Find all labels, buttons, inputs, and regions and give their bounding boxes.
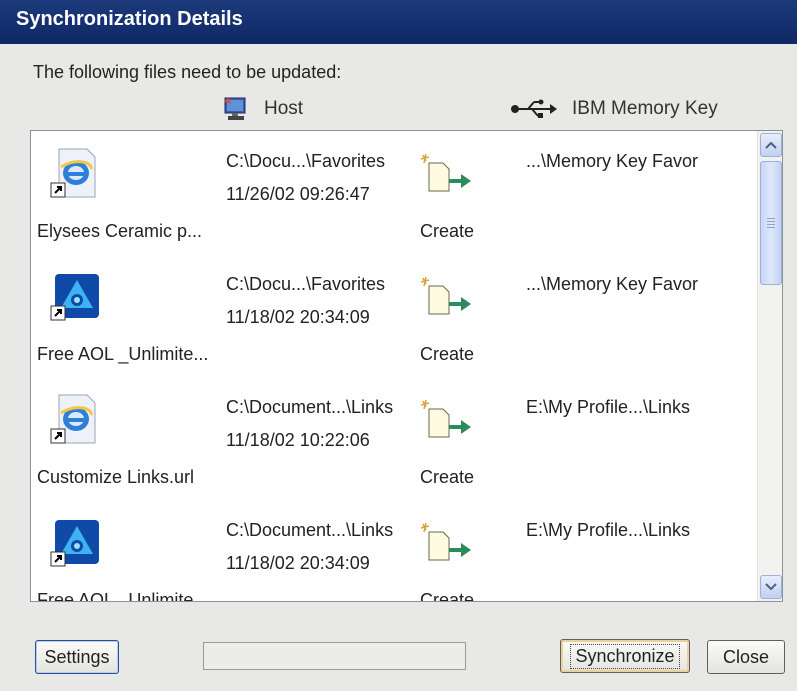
synchronize-label: Synchronize: [570, 643, 680, 669]
key-column-label: IBM Memory Key: [572, 98, 718, 119]
action-label: Create: [420, 344, 475, 364]
ie-shortcut-icon: [47, 391, 103, 447]
file-name: Elysees Ceramic p...: [37, 221, 203, 241]
key-path: ...\Memory Key Favor: [526, 274, 699, 294]
vertical-scrollbar[interactable]: [757, 131, 782, 601]
host-path: C:\Document...\Links: [226, 397, 394, 417]
file-name: Free AOL _Unlimite...: [37, 344, 209, 364]
host-date: 11/18/02 10:22:06: [226, 430, 370, 450]
sync-details-window: Synchronization Details The following fi…: [0, 0, 797, 691]
create-file-arrow-icon: [419, 276, 473, 316]
synchronize-button[interactable]: Synchronize: [560, 639, 690, 673]
list-item[interactable]: Elysees Ceramic p... C:\Docu...\Favorite…: [31, 131, 757, 254]
aol-shortcut-icon: [47, 514, 103, 570]
aol-shortcut-icon: [47, 268, 103, 324]
scroll-thumb[interactable]: [760, 161, 782, 285]
scroll-down-button[interactable]: [760, 575, 782, 599]
usb-icon: [510, 99, 558, 119]
host-path: C:\Document...\Links: [226, 520, 394, 540]
progress-bar: [203, 642, 466, 670]
computer-icon: [222, 96, 250, 122]
scroll-up-button[interactable]: [760, 133, 782, 157]
file-list[interactable]: Elysees Ceramic p... C:\Docu...\Favorite…: [30, 130, 783, 602]
file-name: Free AOL _Unlimite...: [37, 590, 209, 602]
action-label: Create: [420, 467, 475, 487]
intro-text: The following files need to be updated:: [33, 62, 342, 82]
create-file-arrow-icon: [419, 522, 473, 562]
key-path: E:\My Profile...\Links: [526, 520, 691, 540]
key-path: ...\Memory Key Favor: [526, 151, 699, 171]
chevron-down-icon: [765, 583, 777, 591]
create-file-arrow-icon: [419, 153, 473, 193]
window-title: Synchronization Details: [16, 8, 243, 30]
host-date: 11/26/02 09:26:47: [226, 184, 370, 204]
host-path: C:\Docu...\Favorites: [226, 274, 386, 294]
host-date: 11/18/02 20:34:09: [226, 553, 370, 573]
list-item[interactable]: Free AOL _Unlimite... C:\Document...\Lin…: [31, 500, 757, 602]
ie-shortcut-icon: [47, 145, 103, 201]
action-label: Create: [420, 590, 475, 602]
list-item[interactable]: Free AOL _Unlimite... C:\Docu...\Favorit…: [31, 254, 757, 377]
key-column-header: IBM Memory Key: [510, 95, 718, 123]
file-name: Customize Links.url: [37, 467, 195, 487]
key-path: E:\My Profile...\Links: [526, 397, 691, 417]
title-bar[interactable]: Synchronization Details: [0, 0, 797, 44]
action-label: Create: [420, 221, 475, 241]
host-date: 11/18/02 20:34:09: [226, 307, 370, 327]
create-file-arrow-icon: [419, 399, 473, 439]
close-button[interactable]: Close: [707, 640, 785, 674]
host-column-label: Host: [264, 98, 304, 119]
settings-button[interactable]: Settings: [35, 640, 119, 674]
host-column-header: Host: [222, 95, 303, 123]
host-path: C:\Docu...\Favorites: [226, 151, 386, 171]
chevron-up-icon: [765, 141, 777, 149]
list-item[interactable]: Customize Links.url C:\Document...\Links…: [31, 377, 757, 500]
